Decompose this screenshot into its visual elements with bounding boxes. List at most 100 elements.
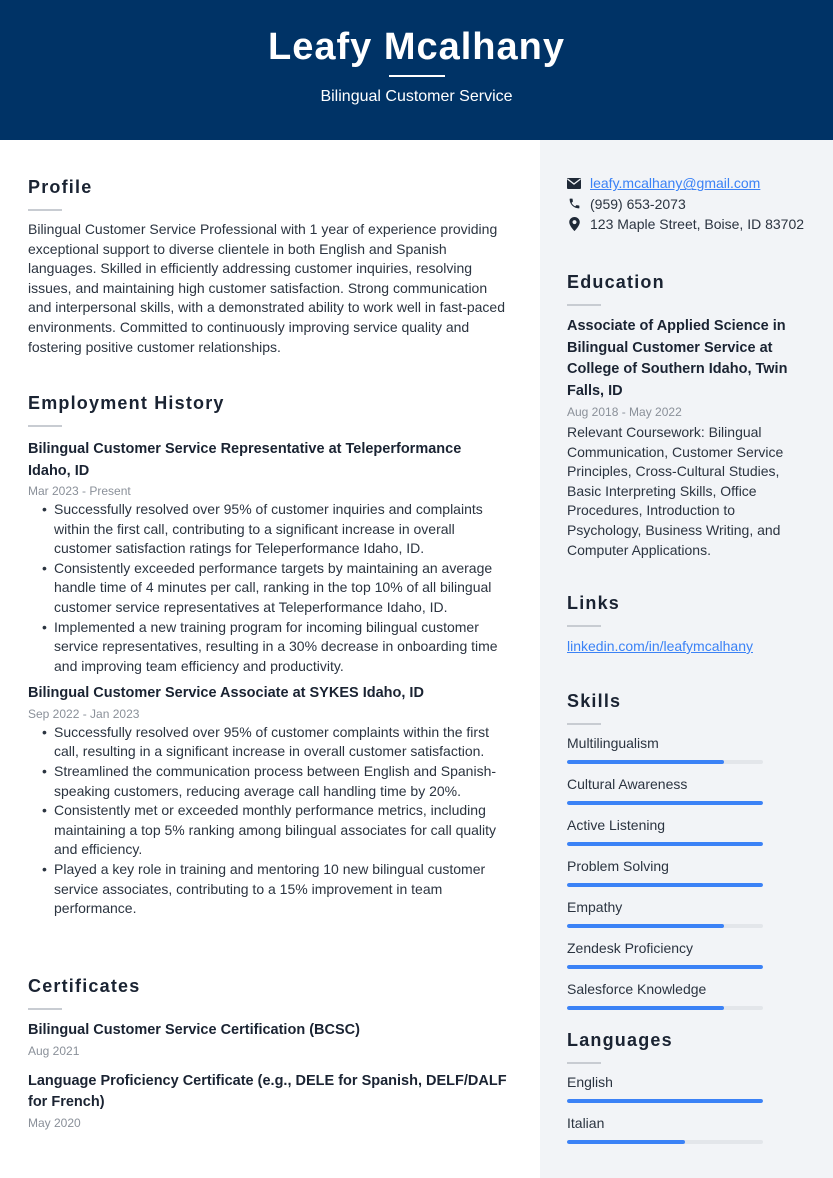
skill-item-label: Cultural Awareness xyxy=(567,776,688,792)
language-item: Italian xyxy=(567,1113,817,1144)
level-bar-fill xyxy=(567,883,763,887)
level-bar-track xyxy=(567,760,763,764)
certificate-date: Aug 2021 xyxy=(28,1043,80,1058)
contact-phone: (959) 653-2073 xyxy=(567,194,817,215)
skill-item-label: Multilingualism xyxy=(567,735,659,751)
skill-item-label: Problem Solving xyxy=(567,858,669,874)
address-text: 123 Maple Street, Boise, ID 83702 xyxy=(590,216,805,233)
skill-item: Cultural Awareness xyxy=(567,774,817,805)
level-bar-fill xyxy=(567,1140,685,1144)
skill-item: Multilingualism xyxy=(567,733,817,764)
contact-email: leafy.mcalhany@gmail.com xyxy=(567,173,817,194)
section-divider xyxy=(567,723,601,725)
phone-icon xyxy=(567,197,581,211)
skills-list: Multilingualism Cultural Awareness Active … xyxy=(567,733,817,1010)
linkedin-link[interactable]: linkedin.com/in/leafymcalhany xyxy=(567,638,753,654)
level-bar-fill xyxy=(567,1006,724,1010)
language-item-label: Italian xyxy=(567,1115,605,1131)
level-bar-fill xyxy=(567,760,724,764)
certificate-title: Bilingual Customer Service Certification… xyxy=(28,1022,360,1038)
email-link[interactable]: leafy.mcalhany@gmail.com xyxy=(590,175,760,191)
employment-section: Employment History Bilingual Customer Se… xyxy=(28,391,510,919)
section-divider xyxy=(28,209,62,211)
level-bar-track xyxy=(567,842,763,846)
section-divider xyxy=(567,625,601,627)
job-title: Bilingual Customer Service Associate at … xyxy=(28,685,424,702)
certificate-entry: Language Proficiency Certificate (e.g., … xyxy=(28,1071,510,1132)
job-bullet: Successfully resolved over 95% of custom… xyxy=(42,723,510,762)
job-bullet: Implemented a new training program for i… xyxy=(42,618,510,677)
level-bar-track xyxy=(567,801,763,805)
level-bar-track xyxy=(567,924,763,928)
skill-item-label: Salesforce Knowledge xyxy=(567,981,707,997)
level-bar-fill xyxy=(567,801,763,805)
section-heading: Profile xyxy=(28,177,93,197)
language-item-label: English xyxy=(567,1074,613,1090)
job-bullet: Played a key role in training and mentor… xyxy=(42,860,510,919)
section-heading: Employment History xyxy=(28,393,225,413)
job-bullet: Successfully resolved over 95% of custom… xyxy=(42,500,510,559)
header-divider xyxy=(389,75,445,77)
section-heading: Education xyxy=(567,272,665,292)
job-bullets: Successfully resolved over 95% of custom… xyxy=(42,723,510,919)
level-bar-track xyxy=(567,1140,763,1144)
profile-section: Profile Bilingual Customer Service Profe… xyxy=(28,175,510,357)
level-bar-fill xyxy=(567,924,724,928)
certificate-entry: Bilingual Customer Service Certification… xyxy=(28,1020,510,1060)
education-section: Education Associate of Applied Science i… xyxy=(567,270,807,560)
skill-item-label: Empathy xyxy=(567,899,623,915)
resume-header: Leafy Mcalhany Bilingual Customer Servic… xyxy=(0,0,833,140)
skill-item: Zendesk Proficiency xyxy=(567,938,817,969)
job-title: Bilingual Customer Service Representativ… xyxy=(28,441,462,479)
job-bullets: Successfully resolved over 95% of custom… xyxy=(42,500,510,676)
contact-block: leafy.mcalhany@gmail.com (959) 653-2073 … xyxy=(567,173,817,235)
level-bar-track xyxy=(567,883,763,887)
map-pin-icon xyxy=(567,217,581,232)
section-divider xyxy=(567,1062,601,1064)
envelope-icon xyxy=(567,176,581,190)
contact-address: 123 Maple Street, Boise, ID 83702 xyxy=(567,214,817,235)
skills-section: Skills Multilingualism Cultural Awareness… xyxy=(567,689,817,1020)
languages-list: English Italian xyxy=(567,1072,817,1144)
job-entry: Bilingual Customer Service Representativ… xyxy=(28,439,510,676)
certificate-title: Language Proficiency Certificate (e.g., … xyxy=(28,1072,507,1111)
education-date: Aug 2018 - May 2022 xyxy=(567,405,682,419)
section-heading: Languages xyxy=(567,1030,673,1050)
level-bar-fill xyxy=(567,1099,763,1103)
section-divider xyxy=(28,425,62,427)
profile-summary: Bilingual Customer Service Professional … xyxy=(28,221,506,355)
job-date: Sep 2022 - Jan 2023 xyxy=(28,706,140,721)
section-divider xyxy=(567,304,601,306)
language-item: English xyxy=(567,1072,817,1103)
level-bar-track xyxy=(567,1006,763,1010)
candidate-title: Bilingual Customer Service xyxy=(320,88,513,105)
section-divider xyxy=(28,1008,62,1010)
job-bullet: Consistently met or exceeded monthly per… xyxy=(42,801,510,860)
certificate-date: May 2020 xyxy=(28,1115,81,1130)
section-heading: Links xyxy=(567,593,621,613)
education-title: Associate of Applied Science in Bilingua… xyxy=(567,318,788,399)
skill-item: Problem Solving xyxy=(567,856,817,887)
section-heading: Certificates xyxy=(28,976,141,996)
links-section: Links linkedin.com/in/leafymcalhany xyxy=(567,591,817,656)
level-bar-track xyxy=(567,1099,763,1103)
skill-item-label: Active Listening xyxy=(567,817,666,833)
level-bar-track xyxy=(567,965,763,969)
skill-item: Salesforce Knowledge xyxy=(567,979,817,1010)
job-bullet: Consistently exceeded performance target… xyxy=(42,559,510,618)
candidate-name: Leafy Mcalhany xyxy=(268,26,565,68)
level-bar-fill xyxy=(567,965,763,969)
phone-number: (959) 653-2073 xyxy=(590,195,686,212)
skill-item: Empathy xyxy=(567,897,817,928)
section-heading: Skills xyxy=(567,691,622,711)
skill-item: Active Listening xyxy=(567,815,817,846)
certificates-section: Certificates Bilingual Customer Service … xyxy=(28,974,510,1132)
languages-section: Languages English Italian xyxy=(567,1028,817,1154)
level-bar-fill xyxy=(567,842,763,846)
education-coursework: Relevant Coursework: Bilingual Communica… xyxy=(567,424,784,558)
job-entry: Bilingual Customer Service Associate at … xyxy=(28,683,510,918)
sidebar: leafy.mcalhany@gmail.com (959) 653-2073 … xyxy=(540,140,833,1178)
job-bullet: Streamlined the communication process be… xyxy=(42,762,510,801)
job-date: Mar 2023 - Present xyxy=(28,484,131,498)
skill-item-label: Zendesk Proficiency xyxy=(567,940,694,956)
